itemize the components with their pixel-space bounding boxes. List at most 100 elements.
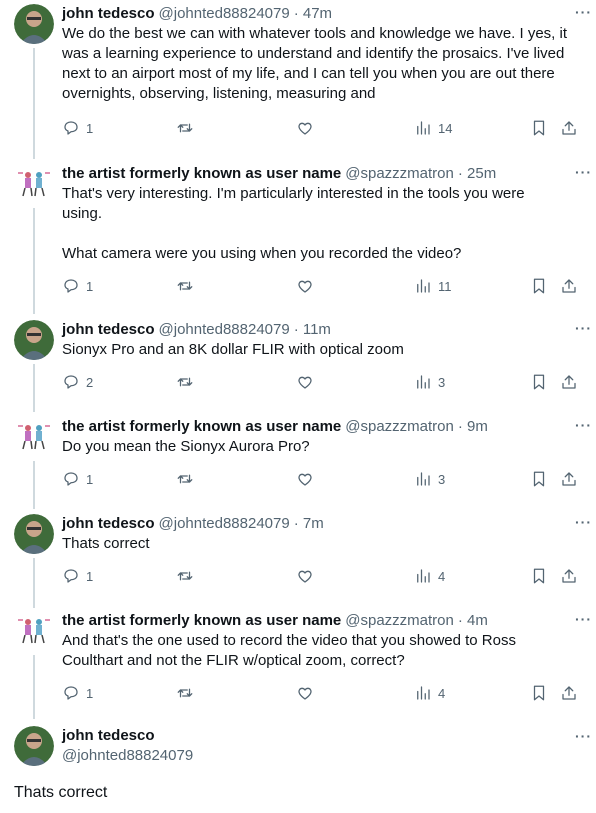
like-button[interactable] [296, 276, 314, 296]
tweet[interactable]: john tedesco @johnted88824079 · 7m Thats… [0, 510, 596, 608]
author-handle[interactable]: @johnted88824079 [62, 746, 582, 766]
author-handle[interactable]: @spazzzmatron [345, 417, 454, 437]
reply-count: 1 [86, 278, 94, 294]
tweet-text-line: was a learning experience to understand … [62, 45, 565, 62]
views-button[interactable]: 11 [414, 276, 452, 296]
views-icon [417, 121, 430, 135]
views-icon [417, 375, 430, 389]
bookmark-button[interactable] [530, 469, 548, 489]
avatar-column [14, 164, 54, 314]
tweet-actions: 1 4 [62, 566, 582, 586]
share-icon [562, 569, 576, 583]
thread-line [33, 461, 35, 509]
author-name[interactable]: the artist formerly known as user name [62, 417, 341, 437]
retweet-icon [177, 123, 193, 133]
reply-icon [64, 472, 78, 486]
bookmark-icon [533, 374, 545, 390]
tweet[interactable]: john tedesco @johnted88824079 · 47m We d… [0, 0, 596, 159]
views-icon [417, 569, 430, 583]
author-handle[interactable]: @johnted88824079 [159, 320, 290, 340]
reply-button[interactable]: 2 [62, 372, 93, 392]
author-name[interactable]: the artist formerly known as user name [62, 164, 341, 184]
views-count: 3 [438, 374, 446, 390]
views-button[interactable]: 3 [414, 469, 445, 489]
author-handle[interactable]: @spazzzmatron [345, 164, 454, 184]
timestamp[interactable]: · 9m [458, 417, 488, 437]
author-name[interactable]: the artist formerly known as user name [62, 611, 341, 631]
views-button[interactable]: 3 [414, 372, 445, 392]
more-icon[interactable]: ··· [575, 417, 592, 433]
views-count: 3 [438, 471, 446, 487]
bookmark-button[interactable] [530, 683, 548, 703]
tweet[interactable]: the artist formerly known as user name @… [0, 160, 596, 314]
like-button[interactable] [296, 372, 314, 392]
retweet-icon [177, 571, 193, 581]
tweet-text-line: Sionyx Pro and an 8K dollar FLIR with op… [62, 341, 404, 358]
avatar[interactable] [14, 726, 54, 766]
author-handle[interactable]: @johnted88824079 [159, 514, 290, 534]
avatar[interactable] [14, 164, 54, 204]
more-icon[interactable]: ··· [575, 611, 592, 627]
more-icon[interactable]: ··· [575, 728, 592, 744]
retweet-button[interactable] [176, 683, 194, 703]
share-button[interactable] [560, 372, 578, 392]
like-button[interactable] [296, 566, 314, 586]
views-count: 4 [438, 568, 446, 584]
tweet[interactable]: the artist formerly known as user name @… [0, 413, 596, 509]
author-name[interactable]: john tedesco [62, 4, 155, 24]
reply-button[interactable]: 1 [62, 276, 93, 296]
bookmark-button[interactable] [530, 372, 548, 392]
views-button[interactable]: 4 [414, 683, 445, 703]
retweet-button[interactable] [176, 469, 194, 489]
avatar[interactable] [14, 611, 54, 651]
author-handle[interactable]: @johnted88824079 [159, 4, 290, 24]
author-name[interactable]: john tedesco [62, 514, 155, 534]
retweet-button[interactable] [176, 276, 194, 296]
avatar[interactable] [14, 4, 54, 44]
tweet[interactable]: the artist formerly known as user name @… [0, 607, 596, 719]
timestamp[interactable]: · 25m [458, 164, 496, 184]
like-button[interactable] [296, 118, 314, 138]
share-button[interactable] [560, 469, 578, 489]
like-icon [298, 687, 312, 700]
share-button[interactable] [560, 566, 578, 586]
reply-button[interactable]: 1 [62, 469, 93, 489]
like-icon [298, 122, 312, 135]
share-button[interactable] [560, 118, 578, 138]
timestamp[interactable]: · 4m [458, 611, 488, 631]
author-name[interactable]: john tedesco [62, 726, 155, 746]
tweet[interactable]: john tedesco @johnted88824079 · 11m Sion… [0, 316, 596, 412]
bookmark-button[interactable] [530, 566, 548, 586]
share-button[interactable] [560, 683, 578, 703]
bookmark-icon [533, 278, 545, 294]
reply-button[interactable]: 1 [62, 118, 93, 138]
retweet-button[interactable] [176, 118, 194, 138]
avatar[interactable] [14, 417, 54, 457]
share-icon [562, 375, 576, 389]
like-button[interactable] [296, 469, 314, 489]
retweet-button[interactable] [176, 372, 194, 392]
tweet-text: That's very interesting. I'm particularl… [62, 184, 582, 264]
avatar[interactable] [14, 514, 54, 554]
timestamp[interactable]: · 47m [294, 4, 332, 24]
timestamp[interactable]: · 7m [294, 514, 324, 534]
bookmark-button[interactable] [530, 276, 548, 296]
more-icon[interactable]: ··· [575, 320, 592, 336]
share-button[interactable] [560, 276, 578, 296]
views-button[interactable]: 14 [414, 118, 452, 138]
bookmark-button[interactable] [530, 118, 548, 138]
tweet-text-line: We do the best we can with whatever tool… [62, 25, 568, 42]
more-icon[interactable]: ··· [575, 164, 592, 180]
reply-button[interactable]: 1 [62, 683, 93, 703]
more-icon[interactable]: ··· [575, 514, 592, 530]
author-handle[interactable]: @spazzzmatron [345, 611, 454, 631]
retweet-button[interactable] [176, 566, 194, 586]
views-button[interactable]: 4 [414, 566, 445, 586]
more-icon[interactable]: ··· [575, 4, 592, 20]
avatar[interactable] [14, 320, 54, 360]
reply-button[interactable]: 1 [62, 566, 93, 586]
timestamp[interactable]: · 11m [294, 320, 331, 340]
like-button[interactable] [296, 683, 314, 703]
author-name[interactable]: john tedesco [62, 320, 155, 340]
